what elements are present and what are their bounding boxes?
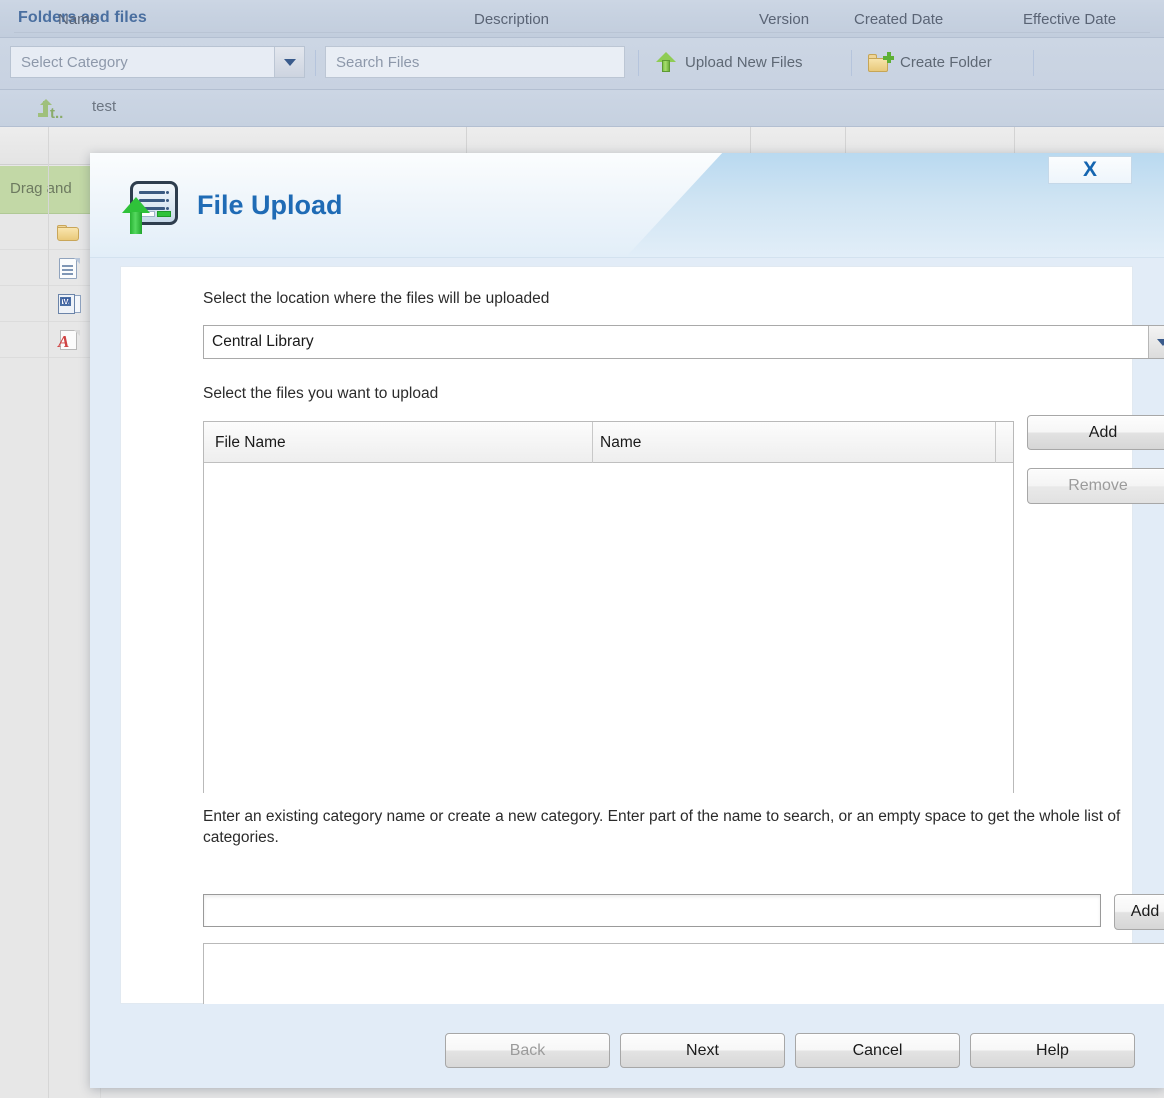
create-folder-button[interactable]: Create Folder	[868, 46, 992, 78]
header-divider	[14, 32, 1150, 33]
location-label: Select the location where the files will…	[203, 290, 550, 307]
next-button[interactable]: Next	[620, 1033, 785, 1068]
breadcrumb-current-folder[interactable]: test	[92, 98, 116, 115]
dialog-header: File Upload X	[90, 153, 1164, 258]
category-select-placeholder: Select Category	[21, 54, 128, 71]
panel-header: Folders and files	[0, 0, 1164, 38]
toolbar: Select Category Search Files Upload New …	[0, 38, 1164, 90]
breadcrumb: t..	[0, 90, 1164, 127]
search-input-placeholder: Search Files	[336, 54, 420, 71]
close-label: X	[1082, 158, 1097, 181]
category-input[interactable]	[203, 894, 1101, 927]
selected-files-table-header: File Name Name	[204, 422, 1013, 463]
close-icon[interactable]: X	[1048, 156, 1132, 184]
remove-file-label: Remove	[1068, 477, 1128, 494]
create-folder-label: Create Folder	[900, 53, 992, 71]
document-icon	[57, 257, 81, 279]
grid-header-description[interactable]: Description	[474, 11, 549, 28]
toolbar-divider	[1033, 50, 1034, 76]
navigate-up-label: t..	[50, 105, 64, 122]
selected-files-table[interactable]: File Name Name	[203, 421, 1014, 793]
add-file-label: Add	[1088, 423, 1118, 441]
remove-file-button[interactable]: Remove	[1027, 468, 1164, 504]
search-files-input[interactable]: Search Files	[325, 46, 625, 78]
back-label: Back	[509, 1041, 546, 1059]
location-select-value: Central Library	[212, 333, 314, 350]
help-label: Help	[1036, 1041, 1069, 1059]
grid-header-name[interactable]: Name	[58, 11, 98, 28]
location-select[interactable]: Central Library	[203, 325, 1164, 359]
add-file-button[interactable]: Add	[1027, 415, 1164, 450]
pdf-document-icon: A	[57, 329, 81, 351]
toolbar-divider	[851, 50, 852, 76]
toolbar-divider	[638, 50, 639, 76]
grid-header-created-date[interactable]: Created Date	[854, 11, 943, 28]
word-document-icon: W	[57, 293, 81, 315]
toolbar-divider	[315, 50, 316, 76]
add-category-button[interactable]: Add	[1114, 894, 1164, 930]
next-label: Next	[686, 1041, 719, 1059]
upload-new-files-label: Upload New Files	[685, 53, 803, 71]
column-header-name[interactable]: Name	[600, 434, 641, 452]
files-label: Select the files you want to upload	[203, 385, 439, 402]
chevron-down-icon[interactable]	[1148, 326, 1164, 358]
grid-header-version[interactable]: Version	[759, 11, 809, 28]
back-button[interactable]: Back	[445, 1033, 610, 1068]
add-category-label: Add	[1130, 903, 1160, 920]
category-select[interactable]: Select Category	[10, 46, 305, 78]
grid-header-effective-date[interactable]: Effective Date	[1023, 11, 1116, 28]
chevron-down-icon[interactable]	[274, 47, 304, 77]
file-upload-icon	[122, 181, 180, 235]
column-divider	[592, 422, 593, 463]
drag-and-drop-label: Drag and	[10, 180, 72, 197]
upload-new-files-button[interactable]: Upload New Files	[655, 46, 803, 78]
help-button[interactable]: Help	[970, 1033, 1135, 1068]
folder-plus-icon	[868, 52, 894, 72]
cancel-label: Cancel	[852, 1041, 903, 1059]
header-divider	[90, 257, 1164, 258]
column-divider	[995, 422, 996, 463]
dialog-title: File Upload	[197, 190, 343, 220]
file-upload-dialog: File Upload X Select the location where …	[90, 153, 1164, 1088]
folder-icon	[57, 221, 81, 243]
column-header-file-name[interactable]: File Name	[215, 434, 286, 452]
navigate-up-icon[interactable]: t..	[38, 99, 64, 122]
upload-arrow-icon	[655, 51, 677, 73]
category-hint: Enter an existing category name or creat…	[203, 808, 1121, 846]
grid-column-divider	[48, 127, 49, 1098]
cancel-button[interactable]: Cancel	[795, 1033, 960, 1068]
